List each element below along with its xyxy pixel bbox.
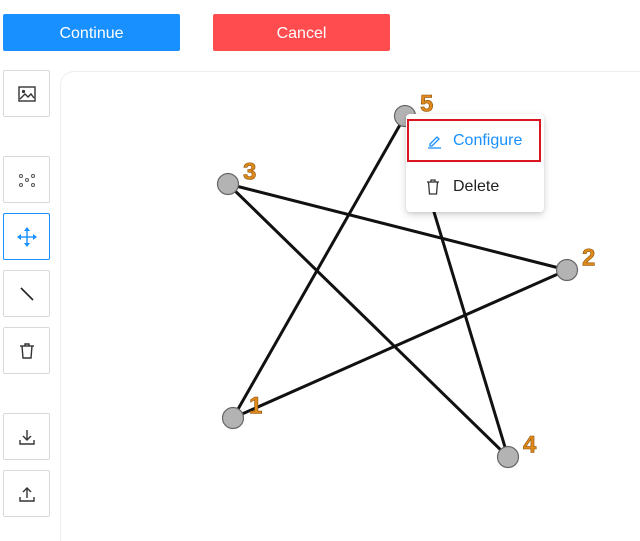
edge-1-2[interactable] xyxy=(232,268,568,420)
delete-menu-item[interactable]: Delete xyxy=(406,166,544,208)
edit-pencil-icon xyxy=(426,133,442,149)
graph-node-4[interactable] xyxy=(496,445,520,469)
node-label-1: 1 xyxy=(249,392,262,419)
node-label-3: 3 xyxy=(243,158,256,185)
graph-node-3[interactable] xyxy=(216,172,240,196)
configure-menu-item[interactable]: Configure xyxy=(407,119,541,162)
graph-node-1[interactable] xyxy=(221,406,245,430)
graph-svg: 12345 xyxy=(216,90,596,469)
delete-label: Delete xyxy=(453,178,500,195)
trash-icon xyxy=(426,179,442,195)
context-menu: Configure Delete xyxy=(406,114,544,212)
node-label-2: 2 xyxy=(582,244,595,271)
edge-5-1[interactable] xyxy=(231,115,407,419)
node-label-4: 4 xyxy=(523,431,537,458)
graph-node-2[interactable] xyxy=(555,258,579,282)
configure-label: Configure xyxy=(453,131,523,149)
